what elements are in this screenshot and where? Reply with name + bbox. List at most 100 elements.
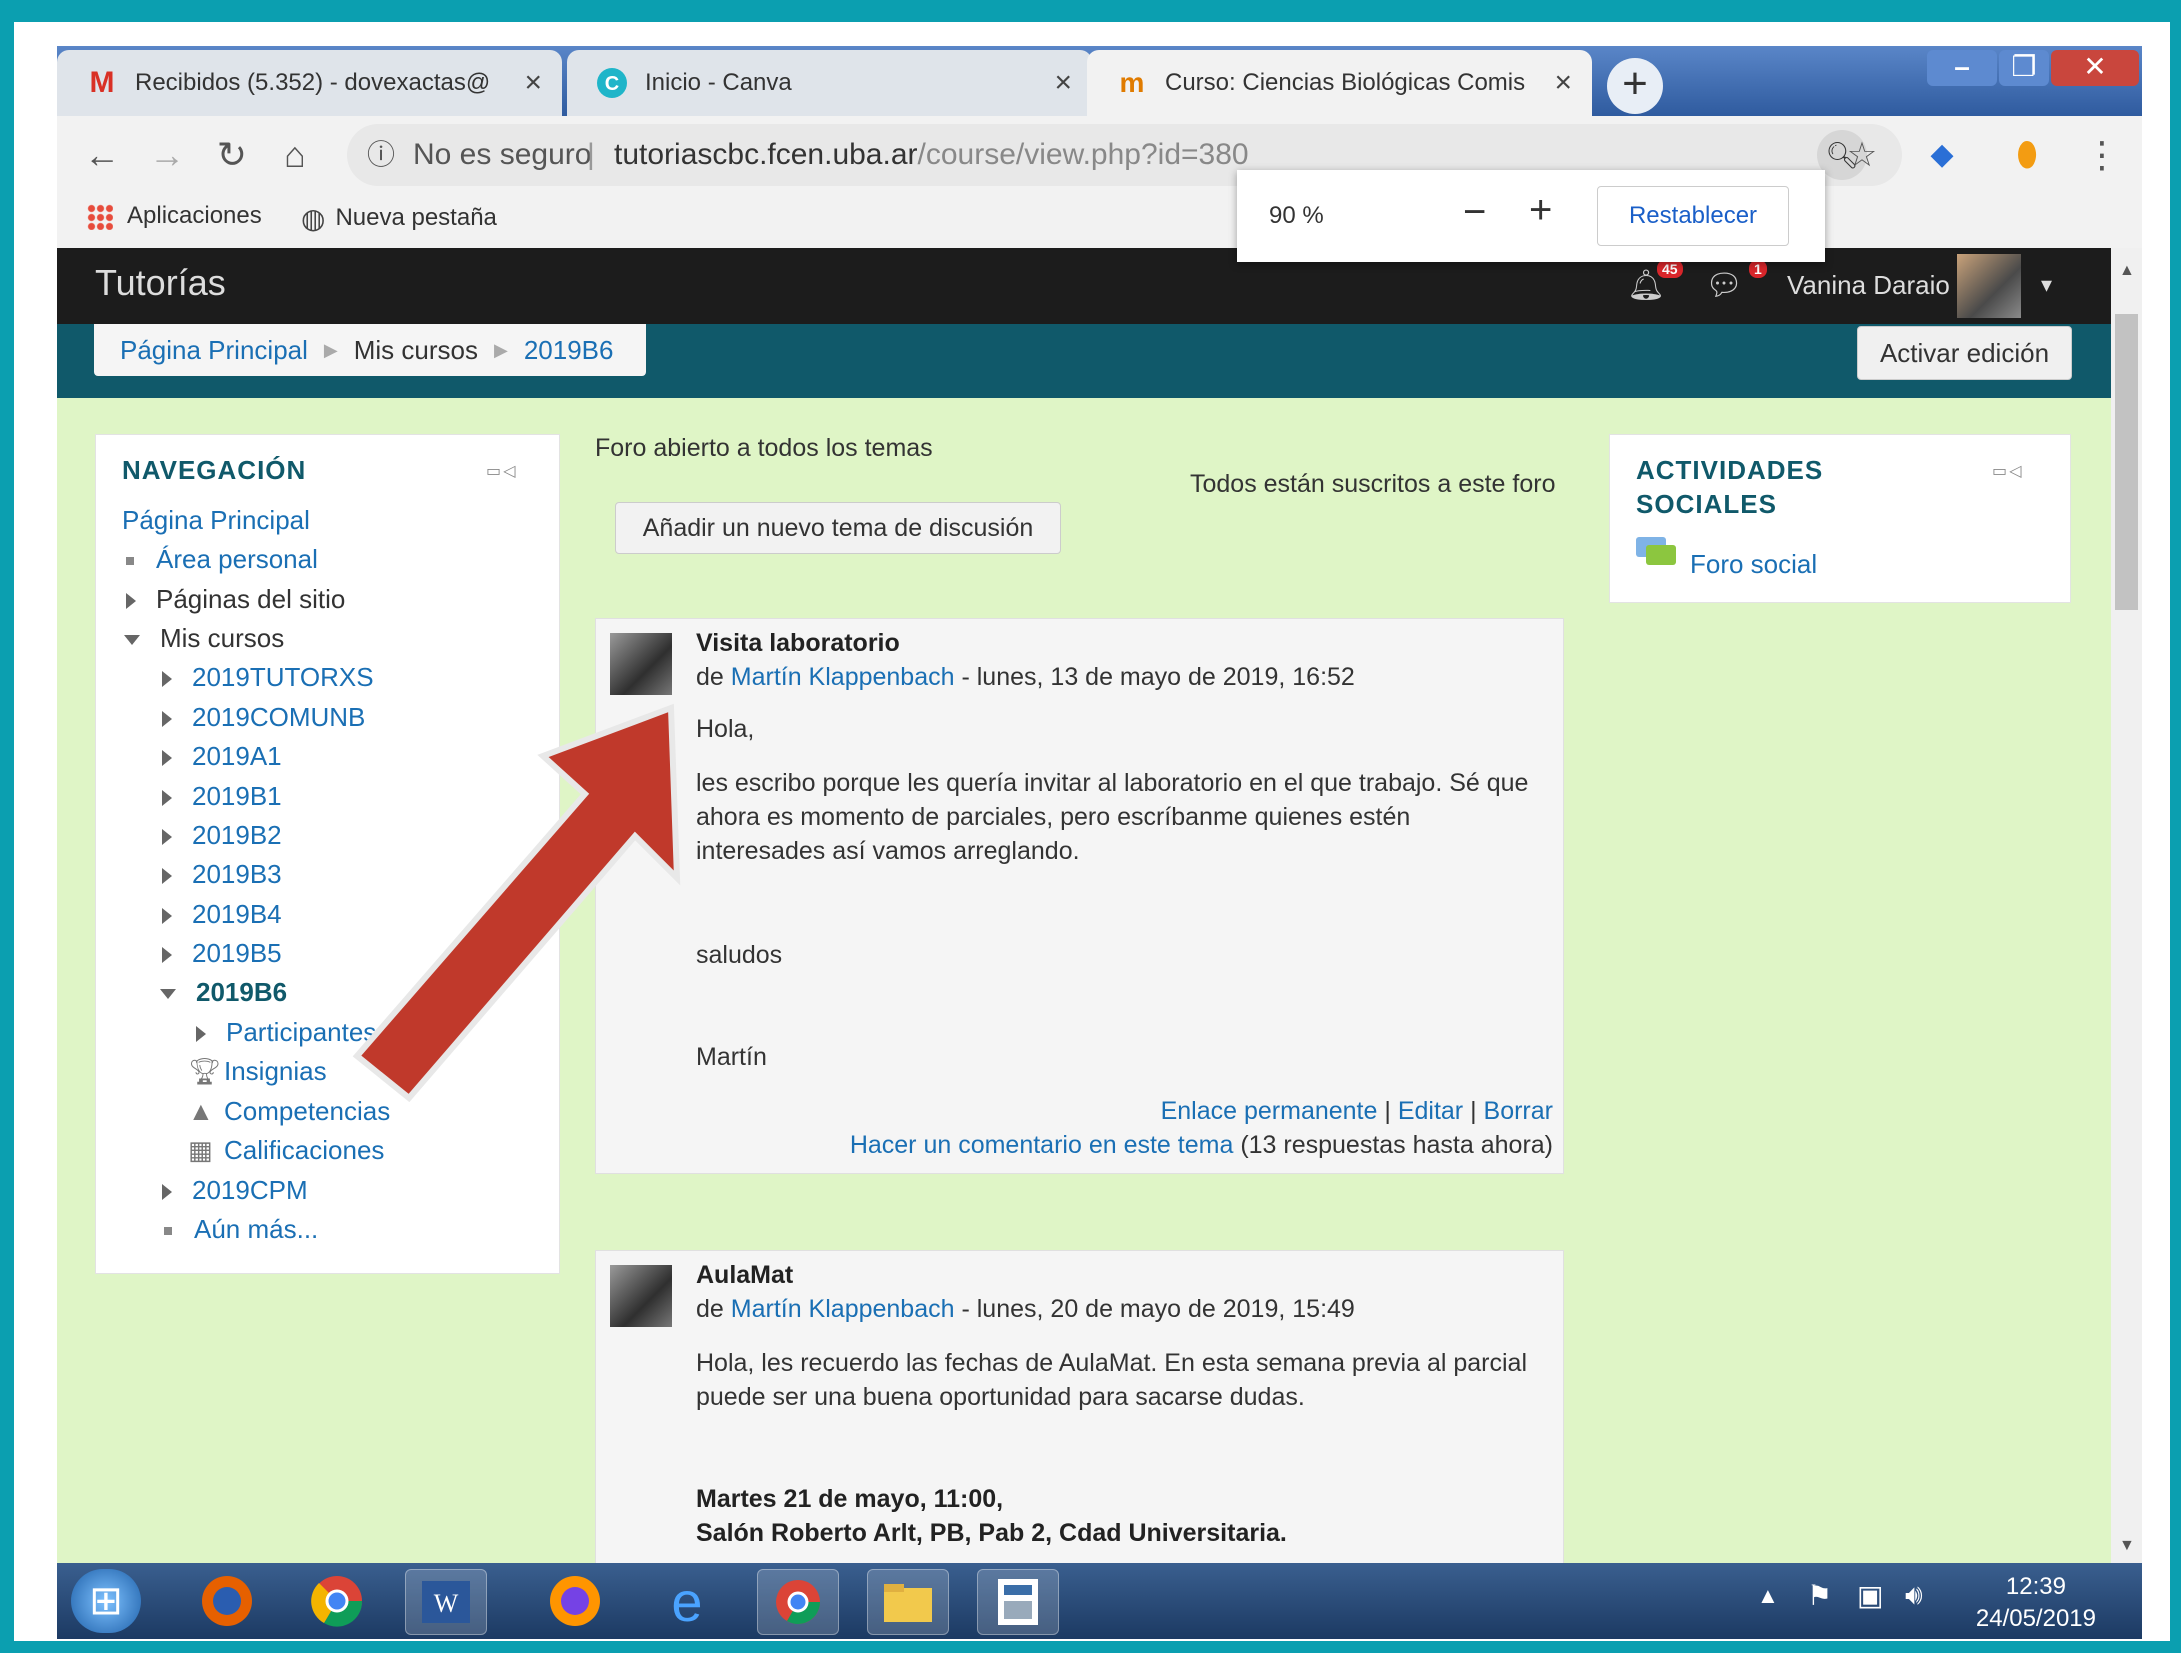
block-controls-icon[interactable]: ▭◁	[486, 461, 517, 481]
tab-gmail[interactable]: M Recibidos (5.352) - dovexactas@ ×	[57, 50, 562, 116]
nav-course[interactable]: 2019TUTORXS	[162, 662, 374, 693]
back-icon[interactable]: ←	[77, 130, 127, 180]
zoom-out-button[interactable]: −	[1463, 190, 1486, 235]
gmail-icon: M	[89, 66, 115, 99]
tab-moodle-course[interactable]: m Curso: Ciencias Biológicas Comis ×	[1087, 50, 1592, 116]
chrome-icon[interactable]	[297, 1569, 377, 1633]
breadcrumb-course[interactable]: 2019B6	[524, 335, 614, 366]
close-tab-icon[interactable]: ×	[1054, 66, 1072, 100]
zoom-in-button[interactable]: +	[1529, 188, 1552, 233]
social-forum-link[interactable]: Foro social	[1690, 549, 1817, 580]
bookmark-star-icon[interactable]: ☆	[1837, 130, 1887, 180]
command-separator: |	[1384, 1097, 1391, 1125]
extension-icon[interactable]: ◆	[1917, 130, 1967, 180]
close-tab-icon[interactable]: ×	[1554, 66, 1572, 100]
nav-badges[interactable]: 🏆︎ Insignias	[188, 1056, 327, 1087]
course-label: 2019B3	[192, 859, 282, 889]
show-hidden-icons[interactable]: ▲	[1757, 1583, 1779, 1609]
nav-course[interactable]: 2019B5	[162, 938, 282, 969]
site-brand[interactable]: Tutorías	[95, 262, 226, 304]
action-center-flag-icon[interactable]: ⚑	[1807, 1579, 1832, 1612]
nav-course[interactable]: 2019B4	[162, 899, 282, 930]
new-tab-bookmark[interactable]: ◍ Nueva pestaña	[301, 202, 497, 235]
breadcrumb-bar: Página Principal ▶ Mis cursos ▶ 2019B6 A…	[57, 324, 2111, 398]
nav-site-pages[interactable]: Páginas del sitio	[126, 584, 345, 615]
expand-icon	[162, 908, 172, 925]
avatar[interactable]	[610, 633, 672, 695]
grades-table-icon: ▦	[188, 1135, 213, 1165]
volume-icon[interactable]: 🔊︎	[1905, 1579, 1923, 1612]
nav-my-courses-label: Mis cursos	[160, 623, 285, 653]
maximize-window-icon[interactable]: ❐	[1999, 50, 2049, 86]
close-tab-icon[interactable]: ×	[524, 66, 542, 100]
reload-icon[interactable]: ↻	[207, 130, 257, 180]
nav-personal[interactable]: Área personal	[126, 544, 318, 575]
avatar[interactable]	[1957, 254, 2021, 318]
internet-explorer-icon[interactable]: e	[647, 1569, 727, 1633]
edit-mode-button[interactable]: Activar edición	[1857, 326, 2072, 380]
nav-course[interactable]: 2019B1	[162, 781, 282, 812]
breadcrumb-home[interactable]: Página Principal	[120, 335, 308, 366]
expand-icon	[162, 671, 172, 688]
trophy-icon: 🏆︎	[188, 1056, 222, 1086]
current-course-label: 2019B6	[196, 977, 288, 1007]
nav-course[interactable]: 2019B2	[162, 820, 282, 851]
tab-label: Curso: Ciencias Biológicas Comis	[1165, 69, 1525, 96]
edit-post-link[interactable]: Editar	[1398, 1097, 1463, 1125]
vertical-scrollbar[interactable]: ▲ ▼	[2111, 248, 2142, 1563]
caret-down-icon[interactable]: ▾	[2041, 272, 2052, 298]
minimize-window-icon[interactable]: –	[1927, 50, 1997, 86]
nav-home[interactable]: Página Principal	[122, 505, 310, 536]
post-author-link[interactable]: Martín Klappenbach	[731, 1295, 955, 1323]
breadcrumb-my-courses[interactable]: Mis cursos	[354, 335, 478, 366]
system-clock[interactable]: 12:39 24/05/2019	[1976, 1571, 2096, 1635]
course-label: 2019B2	[192, 820, 282, 850]
file-explorer-icon[interactable]	[867, 1569, 949, 1635]
command-separator: |	[1470, 1097, 1477, 1125]
info-icon[interactable]: ⓘ	[367, 124, 395, 186]
breadcrumb-separator-icon: ▶	[323, 339, 338, 360]
nav-current-course[interactable]: 2019B6	[160, 977, 287, 1008]
location-extension-icon[interactable]: ⬮	[2002, 130, 2052, 180]
apps-bookmark[interactable]: Aplicaciones	[87, 202, 262, 230]
calculator-icon[interactable]	[977, 1569, 1059, 1635]
post-title: Visita laboratorio	[696, 629, 900, 657]
chat-icon[interactable]: 💬︎	[1705, 268, 1743, 303]
delete-post-link[interactable]: Borrar	[1484, 1097, 1553, 1125]
post-author-link[interactable]: Martín Klappenbach	[731, 663, 955, 691]
windows-start-icon[interactable]: ⊞	[71, 1569, 141, 1633]
firefox-icon[interactable]	[535, 1569, 615, 1633]
menu-icon[interactable]: ⋮	[2077, 130, 2127, 180]
badges-label: Insignias	[224, 1056, 327, 1086]
course-label: 2019TUTORXS	[192, 662, 374, 692]
block-controls-icon[interactable]: ▭◁	[1992, 461, 2023, 481]
tab-canva[interactable]: C Inicio - Canva ×	[567, 50, 1092, 116]
home-icon[interactable]: ⌂	[270, 130, 320, 180]
new-tab-button[interactable]: +	[1607, 58, 1663, 114]
scroll-up-icon[interactable]: ▲	[2119, 262, 2135, 280]
network-icon[interactable]: ▣	[1857, 1579, 1883, 1612]
add-discussion-button[interactable]: Añadir un nuevo tema de discusión	[615, 502, 1061, 554]
scrollbar-thumb[interactable]	[2115, 314, 2138, 610]
comment-link[interactable]: Hacer un comentario en este tema	[850, 1131, 1234, 1159]
scroll-down-icon[interactable]: ▼	[2119, 1537, 2135, 1555]
byline-prefix: de	[696, 663, 724, 691]
zoom-reset-button[interactable]: Restablecer	[1597, 186, 1789, 246]
grades-label: Calificaciones	[224, 1135, 385, 1165]
nav-my-courses[interactable]: Mis cursos	[124, 623, 284, 654]
nav-course[interactable]: 2019B3	[162, 859, 282, 890]
browser-toolbar: ← → ↻ ⌂ ⓘ No es seguro | tutoriascbc.fce…	[57, 116, 2142, 196]
word-icon[interactable]: W	[405, 1569, 487, 1635]
expand-icon	[162, 711, 172, 728]
nav-more[interactable]: Aún más...	[164, 1214, 318, 1245]
firefox-icon[interactable]	[187, 1569, 267, 1633]
user-name[interactable]: Vanina Daraio	[1787, 270, 1950, 301]
avatar[interactable]	[610, 1265, 672, 1327]
close-window-icon[interactable]: ✕	[2051, 50, 2139, 86]
chrome-icon[interactable]	[757, 1569, 839, 1635]
permalink-link[interactable]: Enlace permanente	[1161, 1097, 1378, 1125]
nav-course[interactable]: 2019CPM	[162, 1175, 308, 1206]
nav-course[interactable]: 2019A1	[162, 741, 282, 772]
nav-grades[interactable]: ▦ Calificaciones	[188, 1135, 384, 1166]
forward-icon[interactable]: →	[142, 130, 192, 180]
